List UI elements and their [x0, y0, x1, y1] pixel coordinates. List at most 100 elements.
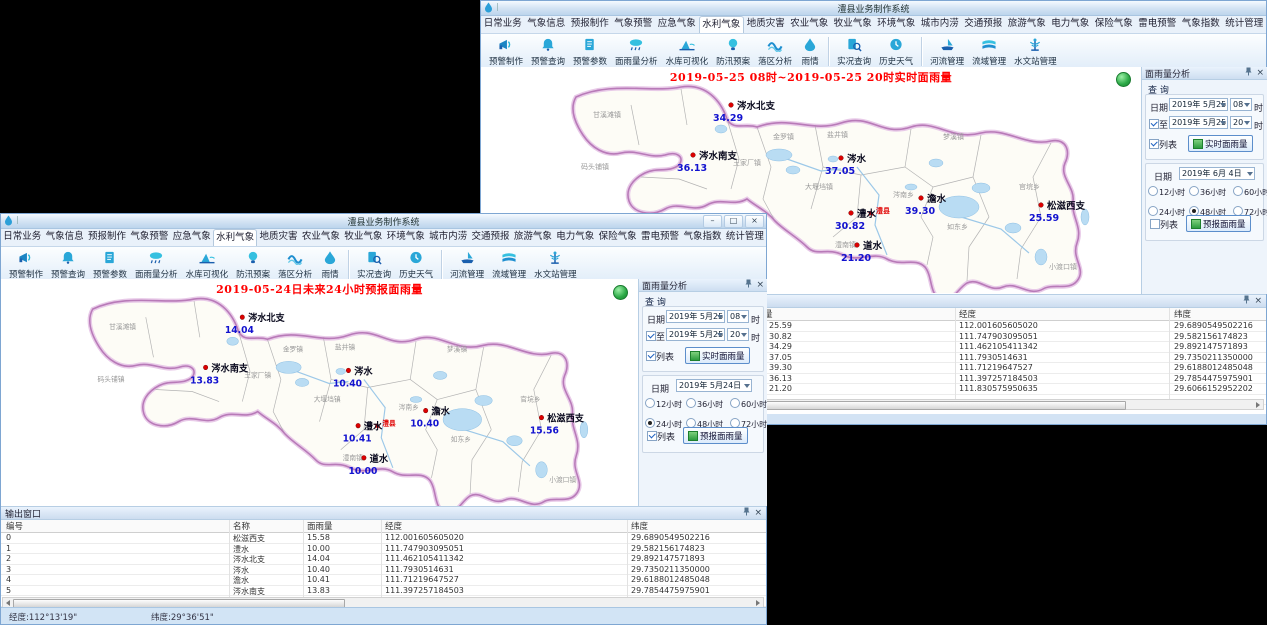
scroll-right-icon[interactable] [1256, 402, 1260, 408]
forecast-list-checkbox[interactable] [1150, 219, 1160, 229]
table-row[interactable]: 4澹水10.41111.7121964752729.6188012485048 [1, 575, 766, 586]
column-header[interactable]: 经度 [385, 520, 402, 532]
tab-4[interactable]: 应急气象 [655, 16, 699, 33]
tool-area-analysis[interactable]: 落区分析 [274, 247, 316, 282]
tool-hydro-station-manage[interactable]: 水文站管理 [1010, 34, 1061, 69]
close-button[interactable]: × [745, 215, 764, 228]
tool-warning-params[interactable]: 预警参数 [569, 34, 611, 69]
tab-2[interactable]: 预报制作 [86, 229, 128, 246]
to-checkbox[interactable] [1149, 119, 1159, 129]
tab-7[interactable]: 农业气象 [300, 229, 342, 246]
column-header[interactable]: 纬度 [1174, 308, 1191, 320]
to-checkbox[interactable] [646, 331, 656, 341]
close-icon[interactable]: × [1256, 69, 1264, 78]
scroll-right-icon[interactable] [756, 600, 760, 606]
tool-river-manage[interactable]: 河流管理 [926, 34, 968, 69]
map-locate-button[interactable] [1116, 72, 1131, 87]
table-row[interactable]: 3涔水10.40111.793051463129.7350211350000 [1, 565, 766, 576]
tab-8[interactable]: 牧业气象 [831, 16, 875, 33]
realtime-rain-button[interactable]: 实时面雨量 [685, 347, 750, 364]
tab-5[interactable]: 水利气象 [699, 16, 745, 33]
close-icon[interactable]: × [1254, 297, 1262, 306]
list-checkbox[interactable] [1149, 139, 1159, 149]
radio-36小时[interactable]: 36小时 [1189, 186, 1233, 198]
tab-6[interactable]: 地质灾害 [257, 229, 299, 246]
to-hour-combo[interactable]: 20 [1230, 116, 1252, 129]
tab-12[interactable]: 旅游气象 [1005, 16, 1049, 33]
tab-7[interactable]: 农业气象 [788, 16, 832, 33]
map-area[interactable]: 甘溪滩镇码头铺镇王家厂镇金罗镇盐井镇梦溪镇涔南乡官垸乡大堰垱镇澧南镇小渡口镇如东… [1, 279, 638, 506]
maximize-button[interactable]: □ [724, 215, 743, 228]
radio-12小时[interactable]: 12小时 [645, 398, 686, 410]
list-checkbox[interactable] [646, 351, 656, 361]
radio-24小时[interactable]: 24小时 [645, 418, 686, 430]
radio-60小时[interactable]: 60小时 [1233, 186, 1267, 198]
radio-12小时[interactable]: 12小时 [1148, 186, 1189, 198]
pin-icon[interactable] [1245, 67, 1252, 79]
tool-basin-manage[interactable]: 流域管理 [488, 247, 530, 282]
tab-0[interactable]: 日常业务 [1, 229, 43, 246]
tab-8[interactable]: 牧业气象 [342, 229, 384, 246]
column-header[interactable]: 编号 [6, 520, 23, 532]
date-combo[interactable]: 2019年 5月25日 [1169, 98, 1228, 111]
forecast-list-checkbox[interactable] [647, 431, 657, 441]
tab-12[interactable]: 旅游气象 [512, 229, 554, 246]
tab-16[interactable]: 气象指数 [1179, 16, 1223, 33]
pin-icon[interactable] [1243, 295, 1250, 307]
table-row[interactable]: 5涔水南支13.83111.39725718450329.78544759759… [1, 586, 766, 597]
hour-combo[interactable]: 08 [1230, 98, 1252, 111]
tool-basin-manage[interactable]: 流域管理 [968, 34, 1010, 69]
radio-24小时[interactable]: 24小时 [1148, 206, 1189, 218]
tab-13[interactable]: 电力气象 [1049, 16, 1093, 33]
tool-flood-plan[interactable]: 防汛预案 [232, 247, 274, 282]
tool-warning-create[interactable]: 预警制作 [5, 247, 47, 282]
tab-16[interactable]: 气象指数 [681, 229, 723, 246]
close-icon[interactable]: × [756, 281, 764, 290]
tab-17[interactable]: 统计管理 [724, 229, 766, 246]
column-header[interactable]: 面雨量 [307, 520, 333, 532]
date-combo[interactable]: 2019年 5月25日 [666, 310, 725, 323]
map-locate-button[interactable] [613, 285, 628, 300]
radio-60小时[interactable]: 60小时 [730, 398, 768, 410]
tab-11[interactable]: 交通预报 [469, 229, 511, 246]
tool-reservoir-visual[interactable]: 水库可视化 [182, 247, 233, 282]
tab-14[interactable]: 保险气象 [1092, 16, 1136, 33]
hour-combo[interactable]: 08 [727, 310, 749, 323]
tool-area-rain-analysis[interactable]: 面雨量分析 [131, 247, 182, 282]
tool-flood-plan[interactable]: 防汛预案 [712, 34, 754, 69]
minimize-button[interactable]: – [703, 215, 722, 228]
tab-0[interactable]: 日常业务 [481, 16, 525, 33]
column-header[interactable]: 经度 [959, 308, 976, 320]
tab-9[interactable]: 环境气象 [875, 16, 919, 33]
tool-history-weather[interactable]: 历史天气 [395, 247, 437, 282]
tab-1[interactable]: 气象信息 [43, 229, 85, 246]
scroll-left-icon[interactable] [6, 600, 10, 606]
table-row[interactable]: 2涔水北支14.04111.46210541134229.89214757189… [1, 554, 766, 565]
tool-warning-query[interactable]: 预警查询 [47, 247, 89, 282]
to-hour-combo[interactable]: 20 [727, 328, 749, 341]
tab-3[interactable]: 气象预警 [612, 16, 656, 33]
tool-rain-info[interactable]: 雨情 [316, 247, 344, 282]
tab-9[interactable]: 环境气象 [385, 229, 427, 246]
tab-10[interactable]: 城市内涝 [918, 16, 962, 33]
tool-live-query[interactable]: 实况查询 [353, 247, 395, 282]
forecast-rain-button[interactable]: 预报面雨量 [683, 427, 748, 444]
forecast-date-combo[interactable]: 2019年 5月24日 [676, 379, 752, 392]
tab-2[interactable]: 预报制作 [568, 16, 612, 33]
tab-15[interactable]: 雷电预警 [639, 229, 681, 246]
realtime-rain-button[interactable]: 实时面雨量 [1188, 135, 1253, 152]
tab-13[interactable]: 电力气象 [554, 229, 596, 246]
pin-icon[interactable] [745, 279, 752, 291]
tool-river-manage[interactable]: 河流管理 [446, 247, 488, 282]
tab-1[interactable]: 气象信息 [525, 16, 569, 33]
tool-warning-params[interactable]: 预警参数 [89, 247, 131, 282]
forecast-date-combo[interactable]: 2019年 6月 4日 [1179, 167, 1255, 180]
column-header[interactable]: 名称 [233, 520, 250, 532]
table-row[interactable]: 0松滋西支15.58112.00160560502029.68905495022… [1, 533, 766, 544]
tool-reservoir-visual[interactable]: 水库可视化 [662, 34, 713, 69]
to-date-combo[interactable]: 2019年 5月25日 [1169, 116, 1228, 129]
tab-10[interactable]: 城市内涝 [427, 229, 469, 246]
tool-warning-create[interactable]: 预警制作 [485, 34, 527, 69]
tool-history-weather[interactable]: 历史天气 [875, 34, 917, 69]
tab-14[interactable]: 保险气象 [596, 229, 638, 246]
